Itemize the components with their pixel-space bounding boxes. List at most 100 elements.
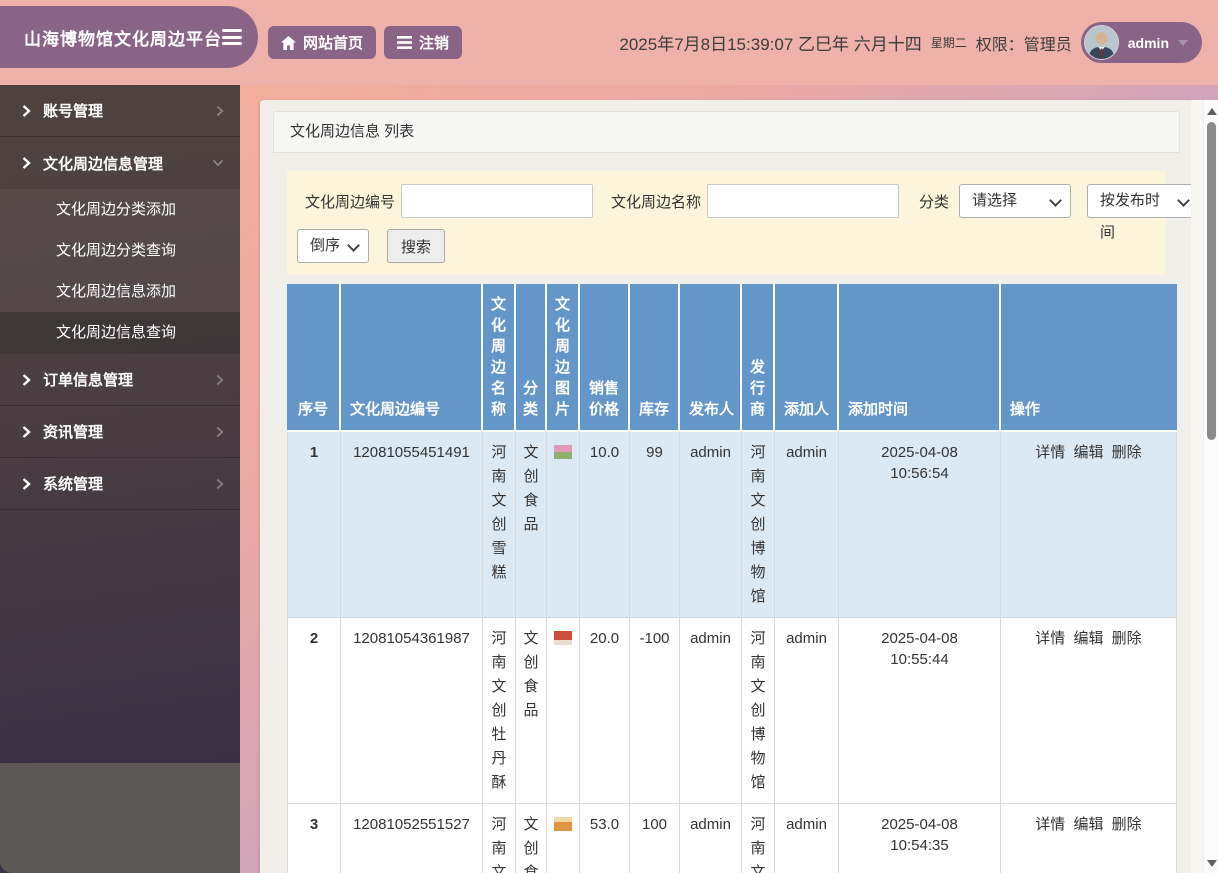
product-image[interactable]: [554, 445, 572, 459]
cell-publisher: admin: [680, 804, 742, 873]
nav-home-button[interactable]: 网站首页: [268, 26, 377, 59]
code-field-label: 文化周边编号: [305, 193, 396, 211]
cell-stock: 100: [630, 804, 680, 873]
cell-issuer: 河南文创博物馆: [742, 432, 775, 618]
cell-name: 河南文创牡丹酥: [483, 618, 516, 804]
name-field-label: 文化周边名称: [611, 193, 702, 211]
sidebar-subitem-info-add[interactable]: 文化周边信息添加: [0, 271, 240, 312]
scroll-up-icon[interactable]: [1207, 108, 1217, 115]
edit-link[interactable]: 编辑: [1073, 816, 1103, 833]
cell-name: 河南文创八景: [483, 804, 516, 873]
sidebar-item-news[interactable]: 资讯管理: [0, 406, 240, 458]
table-row: 2 12081054361987 河南文创牡丹酥 文创食品 20.0 -100: [287, 618, 1177, 804]
cell-publisher: admin: [680, 432, 742, 618]
cell-addtime: 2025-04-08 10:56:54: [839, 432, 1001, 618]
sidebar-subitem-category-query[interactable]: 文化周边分类查询: [0, 230, 240, 271]
sidebar-item-label: 资讯管理: [43, 424, 104, 441]
cell-adder: admin: [775, 804, 839, 873]
cell-category: 文创食品: [516, 432, 547, 618]
cell-price: 53.0: [580, 804, 630, 873]
add-time: 10:55:44: [890, 651, 949, 668]
col-category: 分类: [516, 284, 547, 432]
home-icon: [281, 35, 296, 50]
sidebar-item-system[interactable]: 系统管理: [0, 458, 240, 510]
delete-link[interactable]: 删除: [1112, 630, 1142, 647]
edit-link[interactable]: 编辑: [1073, 630, 1103, 647]
add-date: 2025-04-08: [881, 630, 958, 647]
col-price: 销售价格: [580, 284, 630, 432]
delete-link[interactable]: 删除: [1112, 444, 1142, 461]
chevron-right-icon: [22, 157, 31, 169]
sort-order-select[interactable]: 倒序: [297, 229, 369, 263]
scroll-down-icon[interactable]: [1207, 860, 1217, 867]
sidebar-item-account[interactable]: 账号管理: [0, 85, 240, 137]
results-table: 序号 文化周边编号 文化周边名称 分类 文化周边图片 销售价格 库存 发布人 发…: [287, 284, 1177, 873]
col-publisher: 发布人: [680, 284, 742, 432]
chevron-right-icon: [22, 425, 31, 438]
name-input[interactable]: [707, 184, 900, 218]
code-input[interactable]: [401, 184, 594, 218]
chevron-right-icon: [22, 104, 31, 117]
cell-publisher: admin: [680, 618, 742, 804]
cell-price: 10.0: [580, 432, 630, 618]
cell-actions: 详情 编辑 删除: [1001, 432, 1177, 618]
cell-code: 12081054361987: [341, 618, 483, 804]
col-stock: 库存: [630, 284, 680, 432]
cell-image: [547, 804, 580, 873]
hamburger-menu-icon[interactable]: [222, 29, 242, 45]
sidebar-item-label: 订单信息管理: [43, 372, 134, 389]
sidebar: 账号管理 文化周边信息管理 文化周边分类添加 文化周边分类查询 文化周边信息添加…: [0, 85, 240, 873]
col-issuer: 发行商: [742, 284, 775, 432]
user-menu[interactable]: admin: [1080, 22, 1202, 63]
sidebar-item-orders[interactable]: 订单信息管理: [0, 354, 240, 406]
cell-addtime: 2025-04-08 10:55:44: [839, 618, 1001, 804]
category-label: 分类: [919, 193, 950, 211]
logout-button[interactable]: 注销: [384, 26, 463, 59]
sidebar-subitem-category-add[interactable]: 文化周边分类添加: [0, 189, 240, 230]
product-image[interactable]: [554, 817, 572, 831]
col-adder: 添加人: [775, 284, 839, 432]
cell-image: [547, 432, 580, 618]
edit-link[interactable]: 编辑: [1073, 444, 1103, 461]
sidebar-item-label: 文化周边信息管理: [43, 155, 164, 173]
sidebar-subitem-info-query[interactable]: 文化周边信息查询: [0, 312, 240, 353]
add-time: 10:56:54: [890, 465, 949, 482]
col-addtime: 添加时间: [839, 284, 1001, 432]
page-gutter: [1191, 100, 1203, 873]
detail-link[interactable]: 详情: [1035, 630, 1065, 647]
permission-text: 权限：管理员: [975, 36, 1072, 54]
logout-label: 注销: [419, 35, 450, 52]
sidebar-item-culture-info[interactable]: 文化周边信息管理: [0, 137, 240, 189]
product-image[interactable]: [554, 631, 572, 645]
table-row: 1 12081055451491 河南文创雪糕 文创食品 10.0 99 adm…: [287, 432, 1177, 618]
col-actions: 操作: [1001, 284, 1177, 432]
detail-link[interactable]: 详情: [1035, 444, 1065, 461]
sidebar-item-label: 系统管理: [43, 476, 104, 493]
cell-category: 文创食品: [516, 618, 547, 804]
table-header-row: 序号 文化周边编号 文化周边名称 分类 文化周边图片 销售价格 库存 发布人 发…: [287, 284, 1177, 432]
logo-pill: 山海博物馆文化周边平台: [0, 6, 258, 68]
col-image: 文化周边图片: [547, 284, 580, 432]
cell-index: 3: [287, 804, 341, 873]
search-button[interactable]: 搜索: [387, 229, 446, 263]
panel-body: 文化周边编号 文化周边名称 分类 请选择 按发布时间 倒序 搜索 序号 文化周边…: [273, 153, 1200, 873]
col-name: 文化周边名称: [483, 284, 516, 432]
chevron-right-icon: [216, 105, 224, 116]
page: 山海博物馆文化周边平台 网站首页 注销 2025年7月8日15:39:07 乙巳…: [0, 0, 1218, 873]
sidebar-item-label: 账号管理: [43, 103, 104, 120]
detail-link[interactable]: 详情: [1035, 816, 1065, 833]
weekday-text: 星期二: [930, 36, 967, 50]
sort-field-select[interactable]: 按发布时间: [1087, 184, 1200, 241]
submenu-culture-info: 文化周边分类添加 文化周边分类查询 文化周边信息添加 文化周边信息查询: [0, 189, 240, 354]
search-row-2: 倒序 搜索: [297, 229, 1156, 263]
vertical-scrollbar[interactable]: [1203, 100, 1218, 873]
cell-code: 12081055451491: [341, 432, 483, 618]
chevron-down-icon: [1178, 39, 1188, 46]
avatar: [1083, 25, 1119, 60]
header-right: 2025年7月8日15:39:07 乙巳年 六月十四 星期二 权限：管理员 ad…: [619, 0, 1202, 85]
scrollbar-thumb[interactable]: [1207, 122, 1216, 440]
app-title: 山海博物馆文化周边平台: [24, 29, 222, 49]
delete-link[interactable]: 删除: [1112, 816, 1142, 833]
content-panel: 文化周边信息 列表 文化周边编号 文化周边名称 分类 请选择 按发布时间 倒序 …: [260, 100, 1200, 873]
category-select[interactable]: 请选择: [959, 184, 1072, 218]
